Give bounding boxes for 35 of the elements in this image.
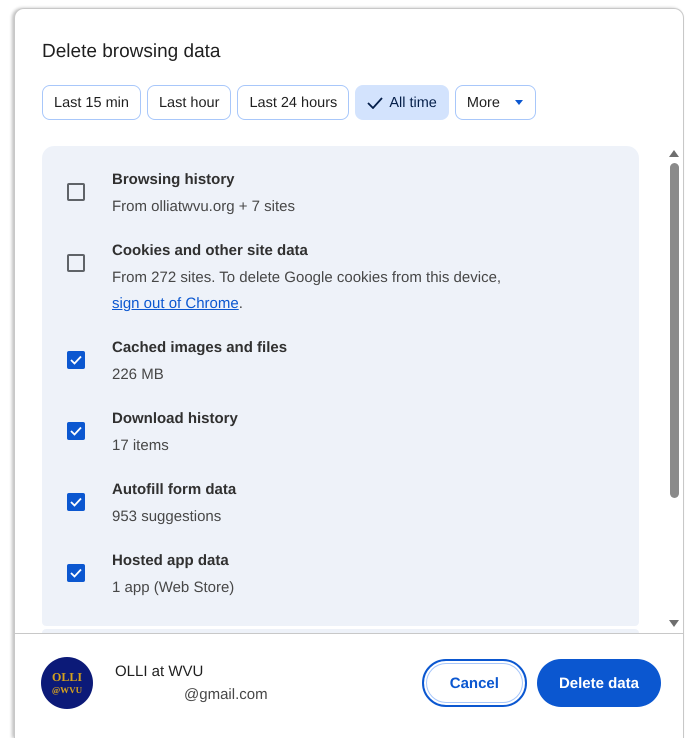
option-title: Cached images and files	[112, 339, 288, 356]
option-description: 1 app (Web Store)	[112, 578, 234, 598]
option-description: From olliatwvu.org + 7 sites	[112, 197, 295, 217]
check-icon	[367, 96, 384, 108]
checkbox[interactable]	[67, 183, 85, 201]
checkbox[interactable]	[67, 422, 85, 440]
cancel-button[interactable]: Cancel	[422, 659, 527, 707]
delete-button[interactable]: Delete data	[536, 659, 661, 707]
option-title: Cookies and other site data	[112, 242, 309, 259]
option-description: From 272 sites. To delete Google cookies from this device, sign out of Chrome.	[112, 268, 502, 314]
caret-icon	[514, 100, 524, 106]
option-description: 226 MB	[112, 365, 165, 385]
scroll-down-icon[interactable]	[669, 620, 679, 627]
scroll-up-icon[interactable]	[669, 150, 679, 157]
checkbox[interactable]	[67, 564, 85, 582]
option-title: Download history	[112, 410, 238, 427]
account-email: @gmail.com	[184, 686, 269, 703]
scrollbar-thumb[interactable]	[670, 163, 678, 498]
account-logo: OLLI @WVU	[41, 657, 93, 709]
option-description: 17 items	[112, 436, 170, 456]
checkbox[interactable]	[67, 493, 85, 511]
time-range-chip[interactable]: More	[454, 85, 536, 120]
account-name: OLLI at WVU	[115, 663, 204, 680]
sign-out-link[interactable]: sign out of Chrome	[112, 295, 239, 312]
checkbox[interactable]	[67, 254, 85, 272]
time-range-chip[interactable]: Last 24 hours	[237, 85, 350, 120]
option-title: Hosted app data	[112, 552, 230, 569]
dialog-title: Delete browsing data	[42, 41, 222, 63]
option-title: Browsing history	[112, 171, 236, 188]
time-range-chip[interactable]: Last hour	[146, 85, 232, 120]
time-range-chip[interactable]: Last 15 min	[42, 85, 141, 120]
option-title: Autofill form data	[112, 481, 236, 498]
option-description: 953 suggestions	[112, 507, 222, 527]
time-range-chip[interactable]: All time	[355, 85, 449, 120]
checkbox[interactable]	[67, 351, 85, 369]
